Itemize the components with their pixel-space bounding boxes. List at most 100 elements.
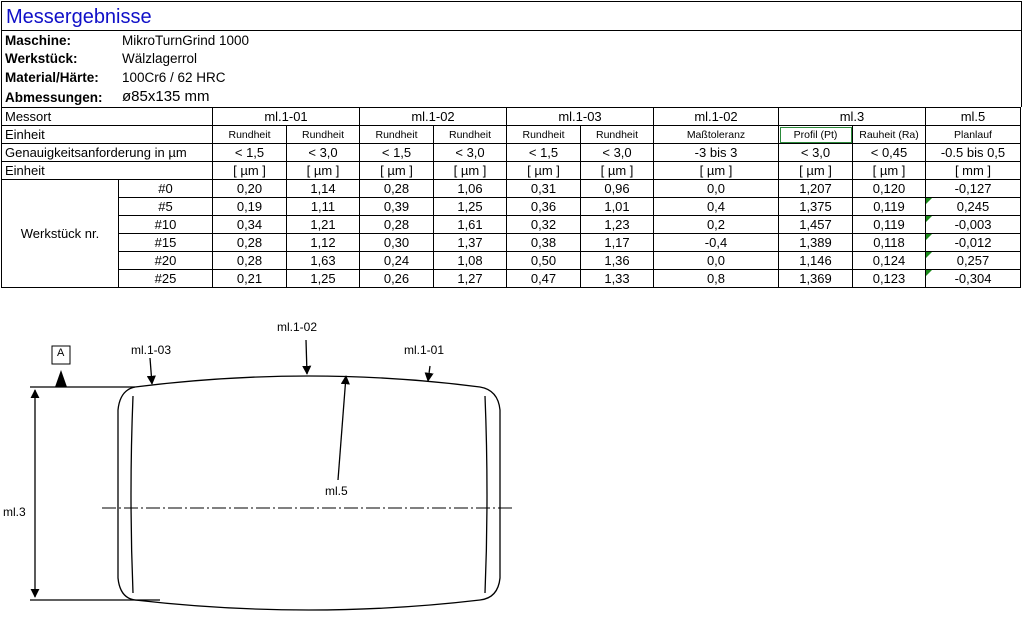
- row-id: #20: [118, 251, 213, 270]
- left-face-line: [130, 395, 134, 594]
- row-id: #5: [118, 197, 213, 216]
- leader-ml1-02: [302, 339, 312, 375]
- value-cell: 1,207: [778, 179, 853, 198]
- einheit-cell: Rundheit: [212, 125, 287, 144]
- info-row-machine: Maschine: MikroTurnGrind 1000: [1, 30, 1022, 50]
- einheit2-label: Einheit: [1, 161, 213, 180]
- info-value: 100Cr6 / 62 HRC: [122, 70, 226, 85]
- right-face-line: [484, 395, 488, 594]
- value-cell: 1,08: [433, 251, 507, 270]
- roller-drawing-svg: [30, 339, 515, 611]
- value-cell: 0,21: [212, 269, 287, 288]
- value-cell: -0,4: [653, 233, 779, 252]
- anforderung-cell: < 0,45: [852, 143, 926, 162]
- anforderung-cell: -3 bis 3: [653, 143, 779, 162]
- table-row: #20 0,28 1,63 0,24 1,08 0,50 1,36 0,0 1,…: [2, 251, 1021, 270]
- value-cell: 1,36: [580, 251, 654, 270]
- value-cell: 0,47: [506, 269, 581, 288]
- anforderung-cell: < 1,5: [359, 143, 434, 162]
- value-cell: 1,25: [433, 197, 507, 216]
- sheet-title: Messergebnisse: [6, 6, 152, 28]
- anforderung-cell: -0.5 bis 0,5: [925, 143, 1021, 162]
- value-cell: 0,28: [212, 251, 287, 270]
- unit-cell: [ µm ]: [653, 161, 779, 180]
- value-cell: 0,124: [852, 251, 926, 270]
- info-label: Abmessungen:: [5, 90, 103, 105]
- value-cell: 0,0: [653, 179, 779, 198]
- label-ml3: ml.3: [3, 505, 26, 519]
- unit-cell: [ µm ]: [852, 161, 926, 180]
- value-cell: 1,33: [580, 269, 654, 288]
- datum-triangle: [55, 370, 67, 387]
- einheit-cell: Rundheit: [506, 125, 581, 144]
- einheit-cell: Rundheit: [359, 125, 434, 144]
- value-cell: 0,123: [852, 269, 926, 288]
- value-cell: -0,012: [925, 233, 1021, 252]
- einheit-cell: Rundheit: [433, 125, 507, 144]
- einheit2-row: Einheit [ µm ] [ µm ] [ µm ] [ µm ] [ µm…: [1, 161, 1021, 180]
- results-table: Messort ml.1-01 ml.1-02 ml.1-03 ml.1-02 …: [1, 107, 1021, 288]
- value-cell: 1,06: [433, 179, 507, 198]
- anforderung-cell: < 3,0: [433, 143, 507, 162]
- value-cell: 1,12: [286, 233, 360, 252]
- sheet-title-cell: Messergebnisse: [1, 1, 1022, 30]
- anforderung-cell: < 3,0: [580, 143, 654, 162]
- value-cell: 0,28: [359, 179, 434, 198]
- table-row: Werkstück nr. #0 0,20 1,14 0,28 1,06 0,3…: [1, 179, 1021, 288]
- value-cell: 0,245: [925, 197, 1021, 216]
- row-id: #25: [118, 269, 213, 288]
- einheit-cell: Rauheit (Ra): [852, 125, 926, 144]
- info-label: Werkstück:: [5, 51, 78, 66]
- value-cell: 0,19: [212, 197, 287, 216]
- value-cell: 1,369: [778, 269, 853, 288]
- messort-label: Messort: [1, 107, 213, 126]
- messort-cell: ml.1-02: [359, 107, 507, 126]
- unit-cell: [ µm ]: [212, 161, 287, 180]
- value-cell: 1,25: [286, 269, 360, 288]
- value-cell: 0,119: [852, 197, 926, 216]
- value-cell: 1,11: [286, 197, 360, 216]
- unit-cell: [ µm ]: [286, 161, 360, 180]
- value-cell: 0,96: [580, 179, 654, 198]
- label-ml1-02: ml.1-02: [277, 320, 318, 334]
- value-cell: 1,61: [433, 215, 507, 234]
- messort-cell: ml.3: [778, 107, 926, 126]
- unit-cell: [ µm ]: [580, 161, 654, 180]
- value-cell: 1,21: [286, 215, 360, 234]
- info-row-material: Material/Härte: 100Cr6 / 62 HRC: [1, 68, 1022, 87]
- anforderung-row: Genauigkeitsanforderung in µm < 1,5 < 3,…: [1, 143, 1021, 162]
- werkstueck-label: Werkstück nr.: [1, 179, 119, 288]
- value-cell: 0,257: [925, 251, 1021, 270]
- value-cell: 0,20: [212, 179, 287, 198]
- value-cell: 0,39: [359, 197, 434, 216]
- value-cell: -0,127: [925, 179, 1021, 198]
- info-row-dimensions: Abmessungen: ø85x135 mm: [1, 87, 1022, 107]
- unit-cell: [ µm ]: [359, 161, 434, 180]
- value-cell: 0,4: [653, 197, 779, 216]
- value-cell: 0,38: [506, 233, 581, 252]
- row-id: #15: [118, 233, 213, 252]
- einheit-cell: Maßtoleranz: [653, 125, 779, 144]
- value-cell: 0,31: [506, 179, 581, 198]
- value-cell: 1,14: [286, 179, 360, 198]
- value-cell: -0,003: [925, 215, 1021, 234]
- leader-ml5: [337, 375, 350, 481]
- table-row: #5 0,19 1,11 0,39 1,25 0,36 1,01 0,4 1,3…: [2, 197, 1021, 216]
- value-cell: 0,26: [359, 269, 434, 288]
- messort-cell: ml.1-02: [653, 107, 779, 126]
- value-cell: 0,28: [359, 215, 434, 234]
- value-cell: 0,32: [506, 215, 581, 234]
- einheit-cell: Rundheit: [580, 125, 654, 144]
- info-value: Wälzlagerrol: [122, 51, 198, 66]
- leader-ml1-03: [146, 357, 156, 385]
- value-cell: 0,2: [653, 215, 779, 234]
- einheit-cell: Planlauf: [925, 125, 1021, 144]
- leader-ml1-01: [424, 365, 434, 382]
- value-cell: 0,50: [506, 251, 581, 270]
- row-id: #10: [118, 215, 213, 234]
- label-ml1-03: ml.1-03: [131, 343, 172, 357]
- value-cell: 0,24: [359, 251, 434, 270]
- table-row: #15 0,28 1,12 0,30 1,37 0,38 1,17 -0,4 1…: [2, 233, 1021, 252]
- messort-cell: ml.1-03: [506, 107, 654, 126]
- einheit-cell-selected[interactable]: Profil (Pt): [778, 125, 853, 144]
